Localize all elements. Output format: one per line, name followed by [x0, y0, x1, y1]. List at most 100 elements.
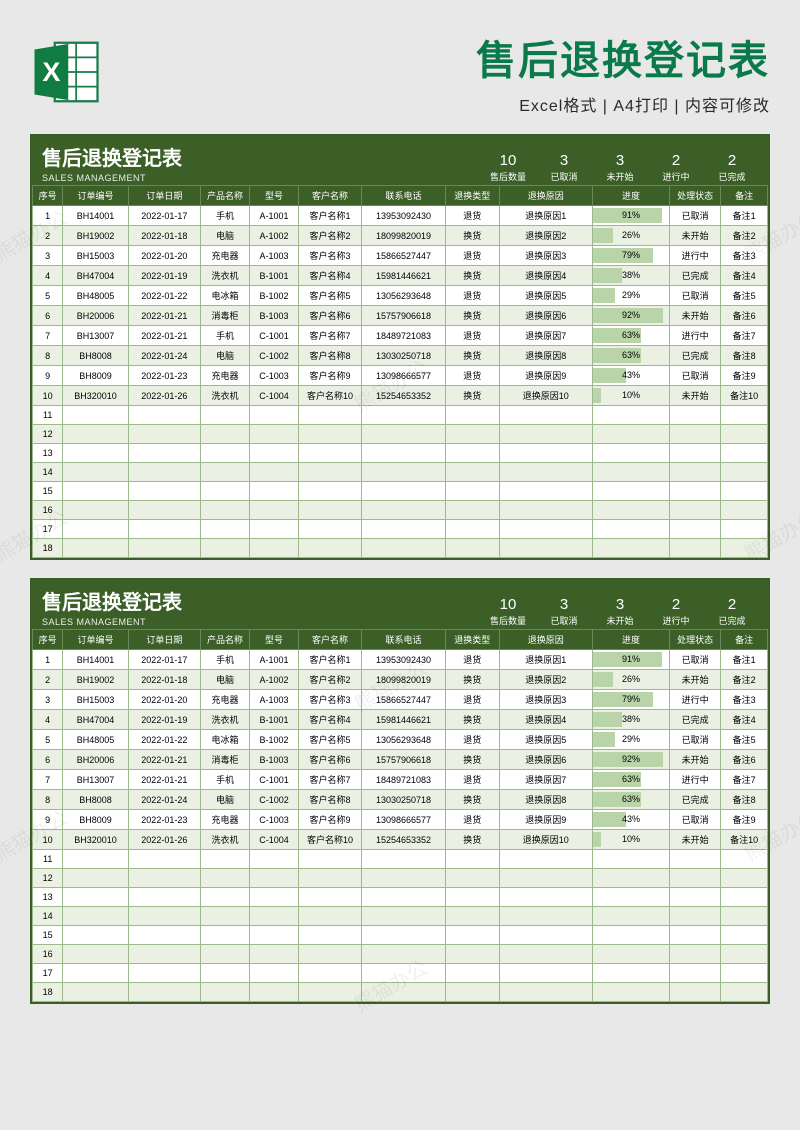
data-table: 序号订单编号订单日期产品名称型号客户名称联系电话退换类型退换原因进度处理状态备注… — [32, 185, 768, 558]
cell-type: 退货 — [445, 366, 499, 386]
cell-progress: 43% — [592, 366, 669, 386]
cell-customer: 客户名称1 — [298, 650, 361, 670]
cell-seq: 6 — [33, 306, 63, 326]
table-row-empty: 14 — [33, 463, 768, 482]
cell-reason: 退换原因2 — [499, 226, 592, 246]
data-table: 序号订单编号订单日期产品名称型号客户名称联系电话退换类型退换原因进度处理状态备注… — [32, 629, 768, 1002]
cell-model: B-1002 — [249, 286, 298, 306]
cell-product: 电冰箱 — [200, 730, 249, 750]
sheet-subtitle: SALES MANAGEMENT — [42, 173, 322, 183]
cell-model: C-1001 — [249, 770, 298, 790]
cell-model: B-1001 — [249, 710, 298, 730]
table-row-empty: 17 — [33, 964, 768, 983]
cell-progress: 29% — [592, 730, 669, 750]
table-row: 7 BH13007 2022-01-21 手机 C-1001 客户名称7 184… — [33, 770, 768, 790]
cell-product: 电脑 — [200, 226, 249, 246]
cell-product: 洗衣机 — [200, 386, 249, 406]
cell-status: 已取消 — [669, 286, 720, 306]
cell-status: 未开始 — [669, 670, 720, 690]
cell-product: 手机 — [200, 326, 249, 346]
cell-status: 未开始 — [669, 226, 720, 246]
cell-date: 2022-01-22 — [128, 286, 200, 306]
table-row: 8 BH8008 2022-01-24 电脑 C-1002 客户名称8 1303… — [33, 790, 768, 810]
table-row-empty: 16 — [33, 501, 768, 520]
cell-customer: 客户名称7 — [298, 770, 361, 790]
cell-type: 换货 — [445, 226, 499, 246]
stats-row: 10售后数量3已取消3未开始2进行中2已完成 — [322, 153, 760, 183]
cell-customer: 客户名称2 — [298, 670, 361, 690]
cell-order: BH47004 — [63, 710, 128, 730]
cell-type: 退货 — [445, 246, 499, 266]
cell-model: B-1002 — [249, 730, 298, 750]
cell-phone: 13056293648 — [361, 730, 445, 750]
cell-seq: 1 — [33, 650, 63, 670]
cell-customer: 客户名称3 — [298, 246, 361, 266]
cell-customer: 客户名称10 — [298, 386, 361, 406]
cell-order: BH8008 — [63, 790, 128, 810]
stat-item: 10 售后数量 — [480, 153, 536, 183]
cell-note: 备注4 — [721, 710, 768, 730]
cell-note: 备注2 — [721, 670, 768, 690]
cell-type: 退货 — [445, 326, 499, 346]
cell-status: 已取消 — [669, 366, 720, 386]
cell-phone: 13030250718 — [361, 790, 445, 810]
cell-phone: 13953092430 — [361, 650, 445, 670]
cell-type: 退货 — [445, 286, 499, 306]
cell-phone: 15757906618 — [361, 306, 445, 326]
cell-phone: 18099820019 — [361, 670, 445, 690]
stat-label: 售后数量 — [480, 170, 536, 183]
cell-type: 换货 — [445, 830, 499, 850]
cell-date: 2022-01-20 — [128, 690, 200, 710]
cell-progress: 43% — [592, 810, 669, 830]
stat-item: 3未开始 — [592, 597, 648, 627]
cell-progress: 10% — [592, 386, 669, 406]
cell-reason: 退换原因8 — [499, 790, 592, 810]
cell-model: A-1001 — [249, 650, 298, 670]
cell-note: 备注3 — [721, 246, 768, 266]
cell-reason: 退换原因9 — [499, 810, 592, 830]
stat-item: 3已取消 — [536, 597, 592, 627]
cell-seq: 8 — [33, 346, 63, 366]
cell-order: BH15003 — [63, 690, 128, 710]
cell-note: 备注8 — [721, 346, 768, 366]
cell-model: B-1001 — [249, 266, 298, 286]
table-row: 6 BH20006 2022-01-21 消毒柜 B-1003 客户名称6 15… — [33, 306, 768, 326]
cell-seq: 1 — [33, 206, 63, 226]
cell-reason: 退换原因5 — [499, 286, 592, 306]
cell-type: 换货 — [445, 790, 499, 810]
cell-seq: 8 — [33, 790, 63, 810]
cell-phone: 15254653352 — [361, 386, 445, 406]
table-row: 2 BH19002 2022-01-18 电脑 A-1002 客户名称2 180… — [33, 226, 768, 246]
cell-order: BH15003 — [63, 246, 128, 266]
stat-num: 10 — [480, 153, 536, 168]
cell-note: 备注10 — [721, 830, 768, 850]
stat-label: 进行中 — [648, 170, 704, 183]
cell-phone: 15981446621 — [361, 710, 445, 730]
cell-status: 进行中 — [669, 770, 720, 790]
table-row: 5 BH48005 2022-01-22 电冰箱 B-1002 客户名称5 13… — [33, 286, 768, 306]
cell-order: BH48005 — [63, 730, 128, 750]
table-row: 1 BH14001 2022-01-17 手机 A-1001 客户名称1 139… — [33, 206, 768, 226]
cell-status: 已完成 — [669, 710, 720, 730]
cell-note: 备注1 — [721, 650, 768, 670]
cell-status: 进行中 — [669, 246, 720, 266]
excel-icon: X — [30, 36, 102, 108]
cell-progress: 29% — [592, 286, 669, 306]
sheet-header: 售后退换登记表 SALES MANAGEMENT 10售后数量3已取消3未开始2… — [32, 580, 768, 629]
cell-product: 充电器 — [200, 810, 249, 830]
cell-customer: 客户名称7 — [298, 326, 361, 346]
stat-num: 2 — [704, 597, 760, 612]
stat-label: 已完成 — [704, 170, 760, 183]
cell-status: 未开始 — [669, 830, 720, 850]
stat-num: 3 — [592, 153, 648, 168]
cell-product: 手机 — [200, 650, 249, 670]
cell-seq: 5 — [33, 730, 63, 750]
cell-progress: 91% — [592, 206, 669, 226]
cell-model: C-1004 — [249, 386, 298, 406]
cell-date: 2022-01-19 — [128, 266, 200, 286]
cell-model: A-1002 — [249, 670, 298, 690]
cell-model: A-1003 — [249, 690, 298, 710]
cell-seq: 3 — [33, 246, 63, 266]
cell-note: 备注10 — [721, 386, 768, 406]
cell-note: 备注2 — [721, 226, 768, 246]
